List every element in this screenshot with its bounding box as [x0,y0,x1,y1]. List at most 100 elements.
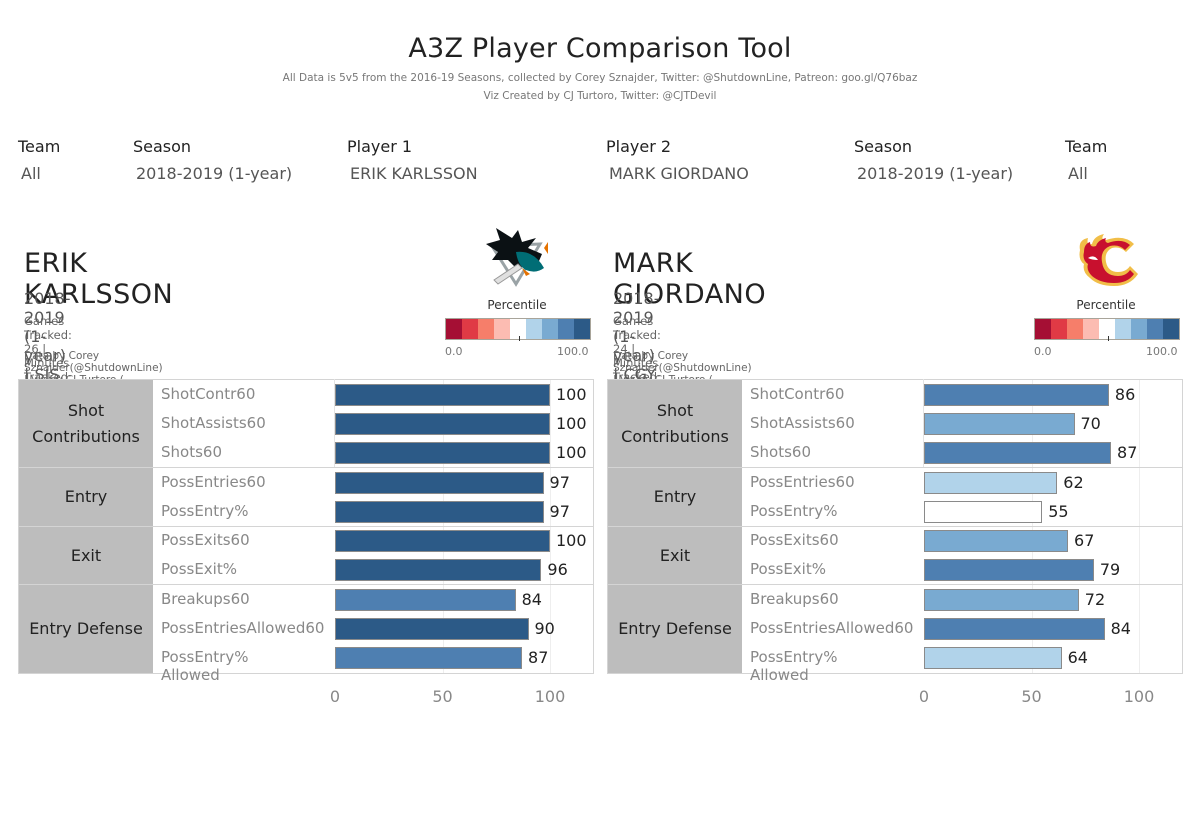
x-tick-label: 50 [432,687,453,706]
category-label: Shot Contributions [608,380,742,468]
flames-logo-icon [1076,232,1142,290]
metric-bar[interactable] [335,442,550,465]
category-label: Shot Contributions [19,380,153,468]
metric-bar[interactable] [335,530,550,553]
legend-max-label: 100.0 [557,345,589,358]
metric-label: PossEntries60 [161,472,266,491]
legend-title: Percentile [1076,298,1136,312]
metric-bar[interactable] [924,530,1069,553]
filter-label: Season [133,137,192,156]
legend-swatch [542,319,558,339]
metric-value: 72 [1084,589,1106,609]
metric-value: 62 [1063,472,1084,492]
category-label: Exit [19,526,153,586]
group-divider [19,584,593,586]
metric-bar[interactable] [924,647,1062,670]
legend-swatch [494,319,510,339]
dashboard-subtitle: All Data is 5v5 from the 2016-19 Seasons… [282,72,918,84]
metric-bar[interactable] [924,588,1079,611]
metric-label: ShotContr60 [750,384,845,403]
legend-swatch [1115,319,1131,339]
filter-label: Player 2 [606,137,672,156]
legend-min-label: 0.0 [1034,345,1052,358]
metric-label: PossEntriesAllowed60 [750,619,914,638]
metric-value: 90 [534,619,555,639]
category-label: Entry [608,467,742,527]
filter-label: Player 1 [347,137,413,156]
legend-marker [1108,336,1109,341]
metric-value: 100 [556,443,587,463]
filter-team-2[interactable]: Team All [1065,137,1107,183]
dashboard-credit: Viz Created by CJ Turtoro, Twitter: @CJT… [483,90,717,102]
group-divider [608,584,1182,586]
metric-label: PossEntriesAllowed60 [161,619,325,638]
x-tick-label: 100 [534,687,566,706]
metric-value: 100 [556,413,587,433]
category-label: Entry [19,467,153,527]
metric-label: PossEntries60 [750,472,855,491]
x-tick-label: 50 [1021,687,1042,706]
legend-swatch [1067,319,1083,339]
metric-value: 96 [547,560,568,580]
metric-bar[interactable] [335,383,550,406]
legend-swatch [510,319,526,339]
legend-swatch [526,319,542,339]
metric-label: Shots60 [161,443,222,462]
filter-player-1[interactable]: Player 1 ERIK KARLSSON [347,137,478,183]
metric-bar[interactable] [335,618,529,641]
filter-label: Team [18,137,61,156]
group-divider [608,466,1182,468]
metric-bar[interactable] [335,588,516,611]
filter-team-1[interactable]: Team All [18,137,60,183]
metric-value: 70 [1080,413,1101,433]
metric-bar[interactable] [335,647,523,670]
filter-value[interactable]: 2018-2019 (1-year) [136,164,292,183]
legend-marker [519,336,520,341]
metric-label: PossEntry% Allowed [161,648,249,685]
gridline [1139,380,1140,673]
metric-label: ShotContr60 [161,384,256,403]
legend-swatch [1147,319,1163,339]
metric-label: Breakups60 [161,589,250,608]
metric-bar[interactable] [924,618,1105,641]
metric-value: 79 [1099,560,1121,580]
filter-season-2[interactable]: Season 2018-2019 (1-year) [854,137,1013,183]
filter-player-2[interactable]: Player 2 MARK GIORDANO [606,137,749,183]
metric-bar[interactable] [924,383,1109,406]
metric-bar[interactable] [924,412,1075,435]
metric-value: 64 [1067,648,1088,668]
filter-season-1[interactable]: Season 2018-2019 (1-year) [133,137,292,183]
filter-value[interactable]: ERIK KARLSSON [350,164,478,183]
group-divider [19,525,593,527]
metric-label: ShotAssists60 [750,413,855,432]
filter-value[interactable]: All [1068,164,1107,183]
legend-swatch [574,319,590,339]
metric-label: PossEntry% [750,501,838,520]
legend-title: Percentile [487,298,547,312]
legend-swatch [1099,319,1115,339]
metric-bar[interactable] [335,412,550,435]
percentile-legend [1034,318,1180,340]
legend-swatch [462,319,478,339]
metric-bar[interactable] [924,559,1094,582]
metric-value: 87 [1117,443,1138,463]
filter-value[interactable]: MARK GIORDANO [609,164,749,183]
metric-label: PossExit% [161,560,237,579]
metric-value: 97 [549,501,570,521]
filter-value[interactable]: 2018-2019 (1-year) [857,164,1013,183]
metric-bar[interactable] [335,559,542,582]
group-divider [19,466,593,468]
metric-label: Breakups60 [750,589,839,608]
legend-swatch [1131,319,1147,339]
metric-label: PossExit% [750,560,826,579]
metric-bar[interactable] [924,442,1112,465]
filter-value[interactable]: All [21,164,60,183]
x-tick-label: 0 [918,687,930,706]
metric-bar[interactable] [924,471,1058,494]
metric-label: PossExits60 [161,531,250,550]
metric-bar[interactable] [335,500,544,523]
metric-value: 97 [549,472,570,492]
metric-bar[interactable] [924,500,1043,523]
legend-swatch [446,319,462,339]
metric-bar[interactable] [335,471,544,494]
